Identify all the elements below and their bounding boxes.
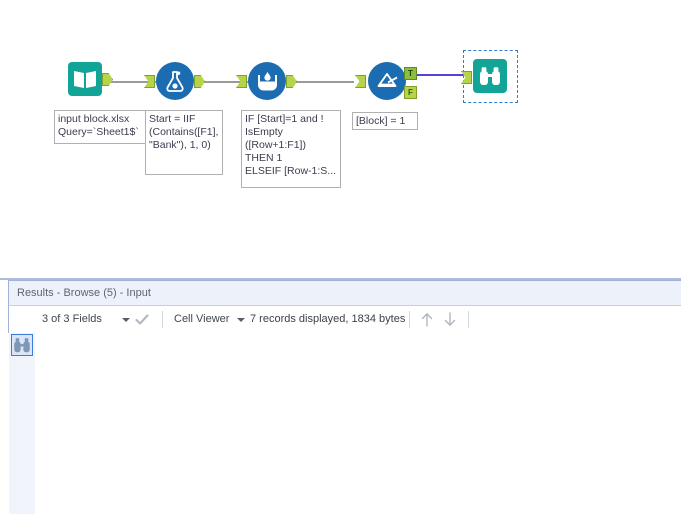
workflow-canvas[interactable]: input block.xlsx Query=`Sheet1$` Start =… (0, 0, 681, 276)
results-toolbar: 3 of 3 Fields Cell Viewer 7 records disp… (8, 306, 681, 333)
toolbar-separator-3 (468, 311, 469, 328)
toolbar-separator-2 (409, 311, 410, 328)
tool-formula[interactable] (144, 62, 205, 100)
results-panel: Results - Browse (5) - Input 3 of 3 Fiel… (0, 276, 681, 514)
filter-false-output[interactable]: F (404, 86, 417, 99)
beaker-drop-icon (248, 62, 286, 100)
fields-count-label[interactable]: 3 of 3 Fields (42, 313, 102, 325)
arrow-up-icon[interactable] (419, 311, 435, 333)
binoculars-icon (473, 59, 507, 93)
toolbar-separator-1 (162, 311, 163, 328)
record-summary-label: 7 records displayed, 1834 bytes (250, 313, 406, 325)
filter-true-output[interactable]: T (404, 67, 417, 80)
alteryx-designer-window: input block.xlsx Query=`Sheet1$` Start =… (0, 0, 681, 514)
book-icon (68, 62, 102, 96)
annotation-input-data[interactable]: input block.xlsx Query=`Sheet1$` (54, 110, 146, 144)
tool-filter[interactable]: T F (355, 62, 417, 100)
output-connector-formula[interactable] (194, 75, 205, 88)
output-connector-input-data[interactable] (102, 73, 113, 86)
rail-item-browse[interactable] (11, 334, 33, 356)
wire-multirow-to-filter[interactable] (292, 81, 354, 83)
binoculars-icon (14, 338, 30, 353)
annotation-multi-row-formula[interactable]: IF [Start]=1 and ! IsEmpty ([Row+1:F1]) … (241, 110, 341, 188)
tool-browse[interactable] (461, 59, 507, 93)
tool-input-data[interactable] (68, 62, 113, 96)
cell-viewer-label[interactable]: Cell Viewer (174, 313, 229, 325)
results-title-bar: Results - Browse (5) - Input (8, 280, 681, 306)
funnel-icon (368, 62, 406, 100)
check-icon[interactable] (135, 313, 149, 331)
flask-icon (156, 62, 194, 100)
annotation-formula[interactable]: Start = IIF (Contains([F1], "Bank"), 1, … (145, 110, 223, 175)
results-title: Results - Browse (5) - Input (17, 287, 151, 299)
annotation-filter[interactable]: [Block] = 1 (352, 112, 418, 130)
arrow-down-icon[interactable] (442, 311, 458, 333)
chevron-down-icon-view-mode[interactable] (237, 318, 245, 322)
tool-multi-row-formula[interactable] (236, 62, 297, 100)
chevron-down-icon-fields[interactable] (122, 318, 130, 322)
results-icon-rail (9, 306, 35, 514)
output-connector-multirow[interactable] (286, 75, 297, 88)
input-connector-filter[interactable] (355, 75, 366, 88)
